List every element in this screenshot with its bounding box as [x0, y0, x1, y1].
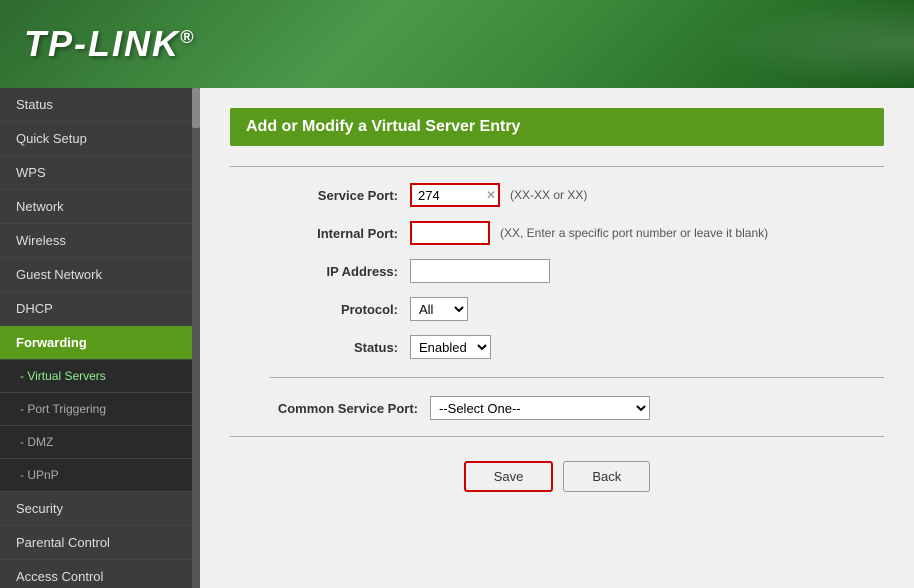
- sidebar-item-parental-control[interactable]: Parental Control: [0, 526, 200, 560]
- page-title-text: Add or Modify a Virtual Server Entry: [246, 118, 520, 135]
- service-port-hint: (XX-XX or XX): [510, 188, 587, 202]
- service-port-wrapper: ✕: [410, 183, 500, 207]
- status-row: Status: Enabled Disabled: [270, 335, 884, 359]
- bottom-divider: [230, 436, 884, 437]
- scrollbar-thumb[interactable]: [192, 88, 200, 128]
- sidebar-item-network[interactable]: Network: [0, 190, 200, 224]
- internal-port-label: Internal Port:: [270, 226, 410, 241]
- button-row: Save Back: [230, 461, 884, 492]
- save-button[interactable]: Save: [464, 461, 554, 492]
- service-port-row: Service Port: ✕ (XX-XX or XX): [270, 183, 884, 207]
- common-service-port-label: Common Service Port:: [270, 401, 430, 416]
- ip-address-input[interactable]: [410, 259, 550, 283]
- header: TP-LINK®: [0, 0, 914, 88]
- common-service-port-select[interactable]: --Select One--: [430, 396, 650, 420]
- ip-address-row: IP Address:: [270, 259, 884, 283]
- common-service-port-row: Common Service Port: --Select One--: [270, 396, 884, 420]
- sidebar-item-quick-setup[interactable]: Quick Setup: [0, 122, 200, 156]
- sidebar-item-port-triggering[interactable]: - Port Triggering: [0, 393, 200, 426]
- sidebar-item-wps[interactable]: WPS: [0, 156, 200, 190]
- service-port-clear-button[interactable]: ✕: [486, 189, 496, 201]
- protocol-row: Protocol: All TCP UDP: [270, 297, 884, 321]
- sidebar-item-guest-network[interactable]: Guest Network: [0, 258, 200, 292]
- status-select[interactable]: Enabled Disabled: [410, 335, 491, 359]
- internal-port-row: Internal Port: (XX, Enter a specific por…: [270, 221, 884, 245]
- sidebar: Status Quick Setup WPS Network Wireless …: [0, 88, 200, 588]
- layout: Status Quick Setup WPS Network Wireless …: [0, 88, 914, 588]
- logo: TP-LINK®: [24, 23, 195, 65]
- logo-text: TP-LINK: [24, 23, 180, 64]
- ip-address-label: IP Address:: [270, 264, 410, 279]
- back-button[interactable]: Back: [563, 461, 650, 492]
- sidebar-item-virtual-servers[interactable]: - Virtual Servers: [0, 360, 200, 393]
- top-divider: [230, 166, 884, 167]
- status-label: Status:: [270, 340, 410, 355]
- main-content: Add or Modify a Virtual Server Entry Ser…: [200, 88, 914, 588]
- middle-divider: [270, 377, 884, 378]
- scrollbar[interactable]: [192, 88, 200, 588]
- sidebar-item-upnp[interactable]: - UPnP: [0, 459, 200, 492]
- page-title: Add or Modify a Virtual Server Entry: [230, 108, 884, 146]
- service-port-label: Service Port:: [270, 188, 410, 203]
- protocol-select[interactable]: All TCP UDP: [410, 297, 468, 321]
- form: Service Port: ✕ (XX-XX or XX) Internal P…: [230, 183, 884, 420]
- sidebar-item-dmz[interactable]: - DMZ: [0, 426, 200, 459]
- logo-suffix: ®: [180, 27, 195, 47]
- sidebar-item-dhcp[interactable]: DHCP: [0, 292, 200, 326]
- internal-port-input[interactable]: [410, 221, 490, 245]
- internal-port-hint: (XX, Enter a specific port number or lea…: [500, 226, 768, 240]
- sidebar-item-status[interactable]: Status: [0, 88, 200, 122]
- sidebar-item-forwarding[interactable]: Forwarding: [0, 326, 200, 360]
- sidebar-item-access-control[interactable]: Access Control: [0, 560, 200, 588]
- sidebar-item-security[interactable]: Security: [0, 492, 200, 526]
- protocol-label: Protocol:: [270, 302, 410, 317]
- sidebar-item-wireless[interactable]: Wireless: [0, 224, 200, 258]
